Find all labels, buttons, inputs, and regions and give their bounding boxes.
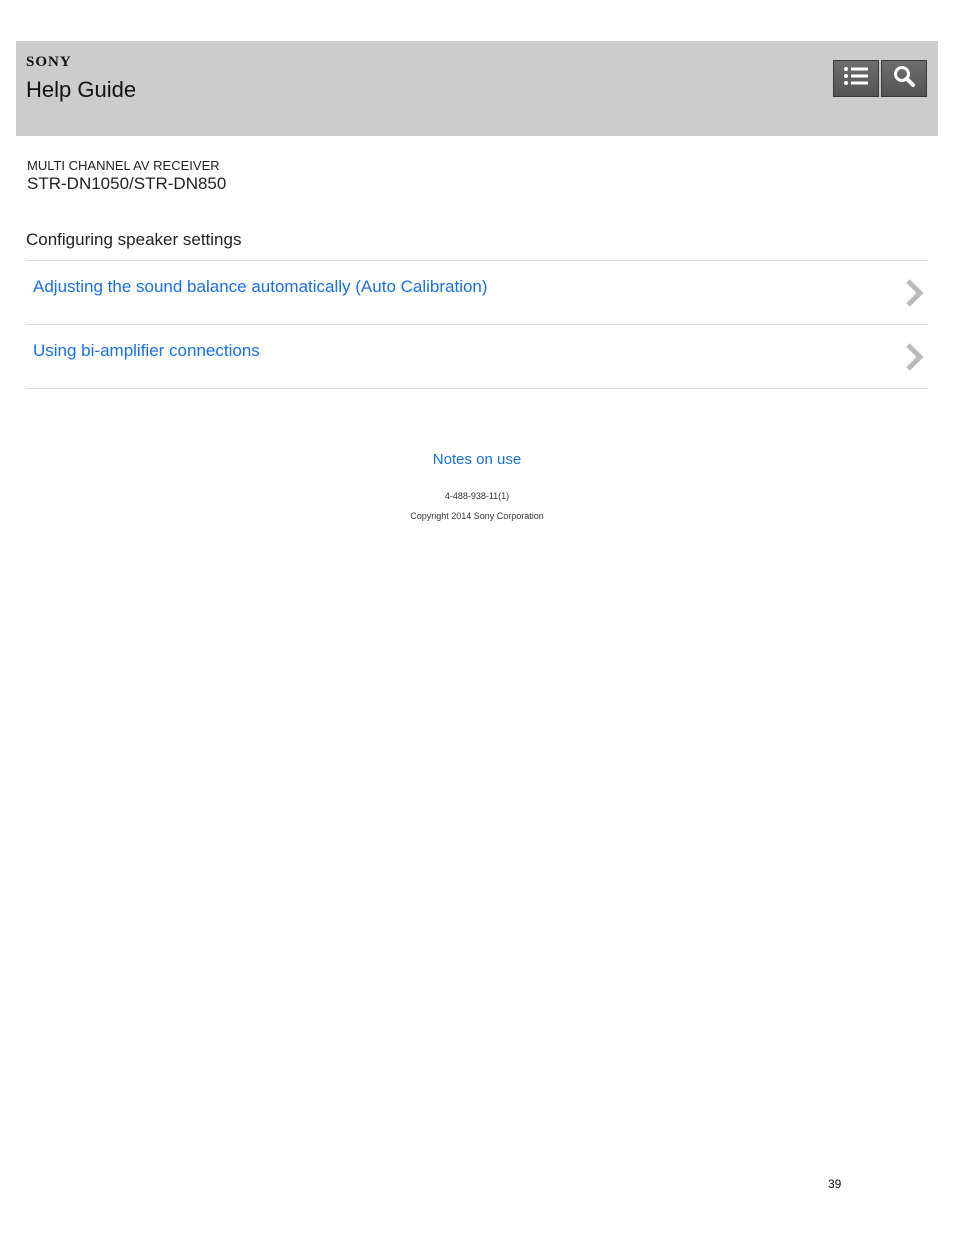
search-icon bbox=[892, 64, 916, 93]
page-title: Help Guide bbox=[26, 77, 137, 102]
chevron-right-icon bbox=[904, 277, 924, 314]
header-bar: SONY Help Guide bbox=[16, 41, 938, 136]
topic-link[interactable]: Adjusting the sound balance automaticall… bbox=[33, 277, 488, 297]
brand-logo: SONY bbox=[26, 54, 72, 70]
topic-link[interactable]: Using bi-amplifier connections bbox=[33, 341, 260, 361]
chevron-right-icon bbox=[904, 341, 924, 378]
topic-list: Adjusting the sound balance automaticall… bbox=[26, 260, 928, 389]
list-item-auto-calibration[interactable]: Adjusting the sound balance automaticall… bbox=[26, 261, 928, 325]
notes-on-use-link[interactable]: Notes on use bbox=[0, 451, 954, 468]
section-title: Configuring speaker settings bbox=[26, 230, 242, 249]
copyright-text: Copyright 2014 Sony Corporation bbox=[410, 511, 544, 521]
document-code: 4-488-938-11(1) bbox=[444, 491, 510, 501]
product-model: STR-DN1050/STR-DN850 bbox=[27, 174, 227, 193]
toc-button[interactable] bbox=[833, 60, 879, 97]
list-icon bbox=[843, 65, 869, 92]
page-number: 39 bbox=[828, 1177, 842, 1191]
product-type: MULTI CHANNEL AV RECEIVER bbox=[27, 158, 220, 173]
list-item-bi-amplifier[interactable]: Using bi-amplifier connections bbox=[26, 325, 928, 389]
search-button[interactable] bbox=[881, 60, 927, 97]
